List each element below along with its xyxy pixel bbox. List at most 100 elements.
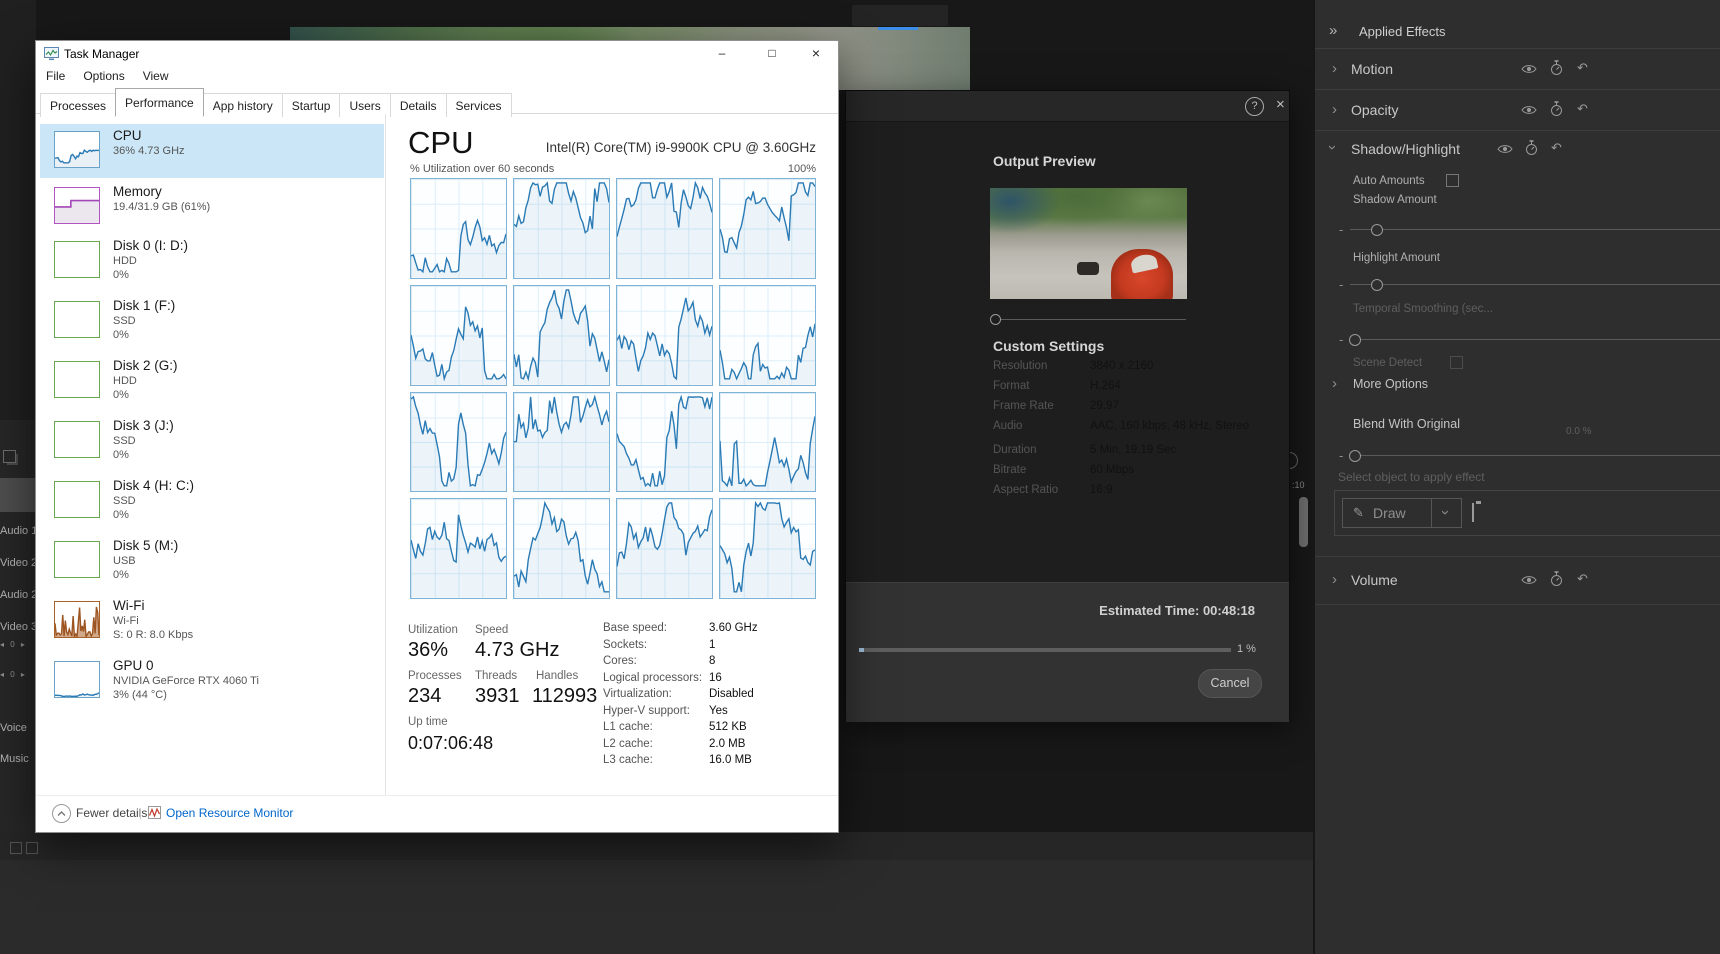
close-icon[interactable]: ×: [1276, 96, 1285, 113]
stat-value: 3931: [475, 685, 520, 708]
editor-top-tab[interactable]: [852, 5, 948, 26]
track-label-video-3[interactable]: Video 3: [0, 621, 36, 633]
chevron-down-icon[interactable]: ›: [1324, 145, 1341, 150]
sidebar-item-memory[interactable]: Memory 19.4/31.9 GB (61%): [40, 180, 384, 234]
temporal-smoothing-slider-track[interactable]: [1350, 339, 1720, 340]
timeline-tool-icon[interactable]: [10, 842, 22, 854]
track-label-voice[interactable]: Voice: [0, 722, 36, 734]
slider-minus[interactable]: -: [1339, 222, 1343, 237]
sidebar-item-title: Disk 2 (G:): [113, 358, 178, 373]
scene-detect-checkbox[interactable]: [1450, 356, 1463, 369]
reset-icon[interactable]: ↶: [1577, 571, 1588, 587]
menu-item[interactable]: View: [143, 69, 169, 83]
tab-services[interactable]: Services: [446, 93, 512, 117]
tab-app-history[interactable]: App history: [203, 93, 283, 117]
reset-icon[interactable]: ↶: [1577, 60, 1588, 76]
draw-dropdown-button[interactable]: ›: [1430, 498, 1462, 528]
preview-scrub-knob[interactable]: [990, 314, 1001, 325]
tab-users[interactable]: Users: [339, 93, 390, 117]
track-label-audio-1[interactable]: Audio 1: [0, 525, 36, 537]
auto-amounts-label: Auto Amounts: [1353, 175, 1425, 187]
temporal-smoothing-slider-knob[interactable]: [1349, 334, 1361, 346]
blend-value[interactable]: 0.0 %: [1566, 426, 1592, 437]
tab-startup[interactable]: Startup: [282, 93, 341, 117]
stopwatch-icon[interactable]: [1550, 571, 1563, 587]
project-assets-icon[interactable]: [3, 450, 16, 463]
more-options-label[interactable]: More Options: [1353, 377, 1428, 391]
eye-icon[interactable]: [1521, 104, 1537, 116]
tab-performance[interactable]: Performance: [115, 88, 204, 116]
reset-icon[interactable]: ↶: [1577, 101, 1588, 117]
stopwatch-icon[interactable]: [1525, 140, 1538, 156]
highlight-amount-slider-track[interactable]: [1350, 284, 1720, 285]
timeline-scrollbar-thumb[interactable]: [1299, 497, 1308, 547]
tab-details[interactable]: Details: [390, 93, 447, 117]
tab-processes[interactable]: Processes: [40, 93, 116, 117]
timeline-tool-icon-2[interactable]: [26, 842, 38, 854]
maximize-button[interactable]: □: [752, 43, 792, 65]
effect-row-opacity[interactable]: › Opacity ↶: [1315, 89, 1720, 130]
sidebar-item-gpu-0[interactable]: GPU 0 NVIDIA GeForce RTX 4060 Ti 3% (44 …: [40, 654, 384, 708]
effect-row-volume[interactable]: › Volume ↶: [1315, 556, 1720, 604]
eye-icon[interactable]: [1497, 143, 1513, 155]
selected-track-band: [0, 478, 36, 512]
preview-scrub-track[interactable]: [998, 319, 1186, 320]
row-value: AAC, 160 kbps, 48 kHz, Stereo: [1090, 420, 1249, 432]
chevron-right-icon[interactable]: ›: [1332, 60, 1337, 77]
clipboard-icon[interactable]: [1472, 503, 1474, 522]
menu-item[interactable]: Options: [83, 69, 124, 83]
slider-minus[interactable]: -: [1339, 277, 1343, 292]
help-icon[interactable]: ?: [1245, 97, 1264, 116]
effect-label: Volume: [1351, 572, 1398, 588]
sidebar-item-line2: 0%: [113, 389, 129, 401]
chevron-right-icon[interactable]: ›: [1332, 571, 1337, 588]
slider-minus[interactable]: -: [1339, 448, 1343, 463]
effect-row-motion[interactable]: › Motion ↶: [1315, 48, 1720, 89]
undo-icon[interactable]: ↶: [1551, 140, 1562, 156]
sidebar-mini-graph: [54, 187, 100, 224]
eye-icon[interactable]: [1521, 574, 1537, 586]
sidebar-item-disk-1-f-[interactable]: Disk 1 (F:) SSD 0%: [40, 294, 384, 348]
chevron-right-icon[interactable]: ›: [1332, 375, 1337, 392]
fewer-details-icon[interactable]: [52, 804, 71, 823]
sidebar-item-line2: 0%: [113, 569, 129, 581]
task-manager-titlebar[interactable]: Task Manager – □ ×: [36, 41, 838, 67]
blend-slider-track[interactable]: [1350, 455, 1720, 456]
core-graph: [719, 178, 816, 279]
track-label-audio-2[interactable]: Audio 2: [0, 589, 36, 601]
chevron-right-icon[interactable]: ›: [1332, 101, 1337, 118]
eye-icon[interactable]: [1521, 63, 1537, 75]
row-key: Resolution: [993, 360, 1047, 372]
slider-minus[interactable]: -: [1339, 332, 1343, 347]
shadow-amount-slider-track[interactable]: [1350, 229, 1720, 230]
stopwatch-icon[interactable]: [1550, 60, 1563, 76]
track-label-video-2[interactable]: Video 2: [0, 557, 36, 569]
fewer-details-label[interactable]: Fewer details: [76, 806, 147, 820]
sidebar-item-cpu[interactable]: CPU 36% 4.73 GHz: [40, 124, 384, 178]
close-button[interactable]: ×: [796, 43, 836, 65]
minimize-button[interactable]: –: [702, 43, 742, 65]
sidebar-item-disk-2-g-[interactable]: Disk 2 (G:) HDD 0%: [40, 354, 384, 408]
menu-item[interactable]: File: [46, 69, 65, 83]
effect-label: Shadow/Highlight: [1351, 141, 1460, 157]
sidebar-item-disk-3-j-[interactable]: Disk 3 (J:) SSD 0%: [40, 414, 384, 468]
highlight-amount-slider-knob[interactable]: [1371, 279, 1383, 291]
blend-slider-knob[interactable]: [1349, 450, 1361, 462]
track-audio-controls-2[interactable]: ◂ 0 ▸: [0, 670, 36, 679]
effect-row-shadow-highlight[interactable]: › Shadow/Highlight ↶: [1315, 130, 1720, 166]
cancel-button[interactable]: Cancel: [1198, 669, 1262, 698]
row-key: Frame Rate: [993, 400, 1054, 412]
sidebar-item-disk-0-i-d-[interactable]: Disk 0 (I: D:) HDD 0%: [40, 234, 384, 288]
track-audio-controls[interactable]: ◂ 0 ▸: [0, 640, 36, 649]
collapse-panel-icon[interactable]: »: [1329, 22, 1335, 39]
sidebar-item-disk-4-h-c-[interactable]: Disk 4 (H: C:) SSD 0%: [40, 474, 384, 528]
sidebar-item-disk-5-m-[interactable]: Disk 5 (M:) USB 0%: [40, 534, 384, 588]
sidebar-item-wi-fi[interactable]: Wi-Fi Wi-Fi S: 0 R: 8.0 Kbps: [40, 594, 384, 648]
track-label-music[interactable]: Music: [0, 753, 36, 765]
open-resource-monitor-link[interactable]: Open Resource Monitor: [166, 806, 293, 820]
export-dialog: ? × Output Preview Custom Settings Resol…: [845, 90, 1290, 720]
shadow-amount-slider-knob[interactable]: [1371, 224, 1383, 236]
draw-button[interactable]: ✎ Draw: [1342, 498, 1432, 528]
stopwatch-icon[interactable]: [1550, 101, 1563, 117]
auto-amounts-checkbox[interactable]: [1446, 174, 1459, 187]
